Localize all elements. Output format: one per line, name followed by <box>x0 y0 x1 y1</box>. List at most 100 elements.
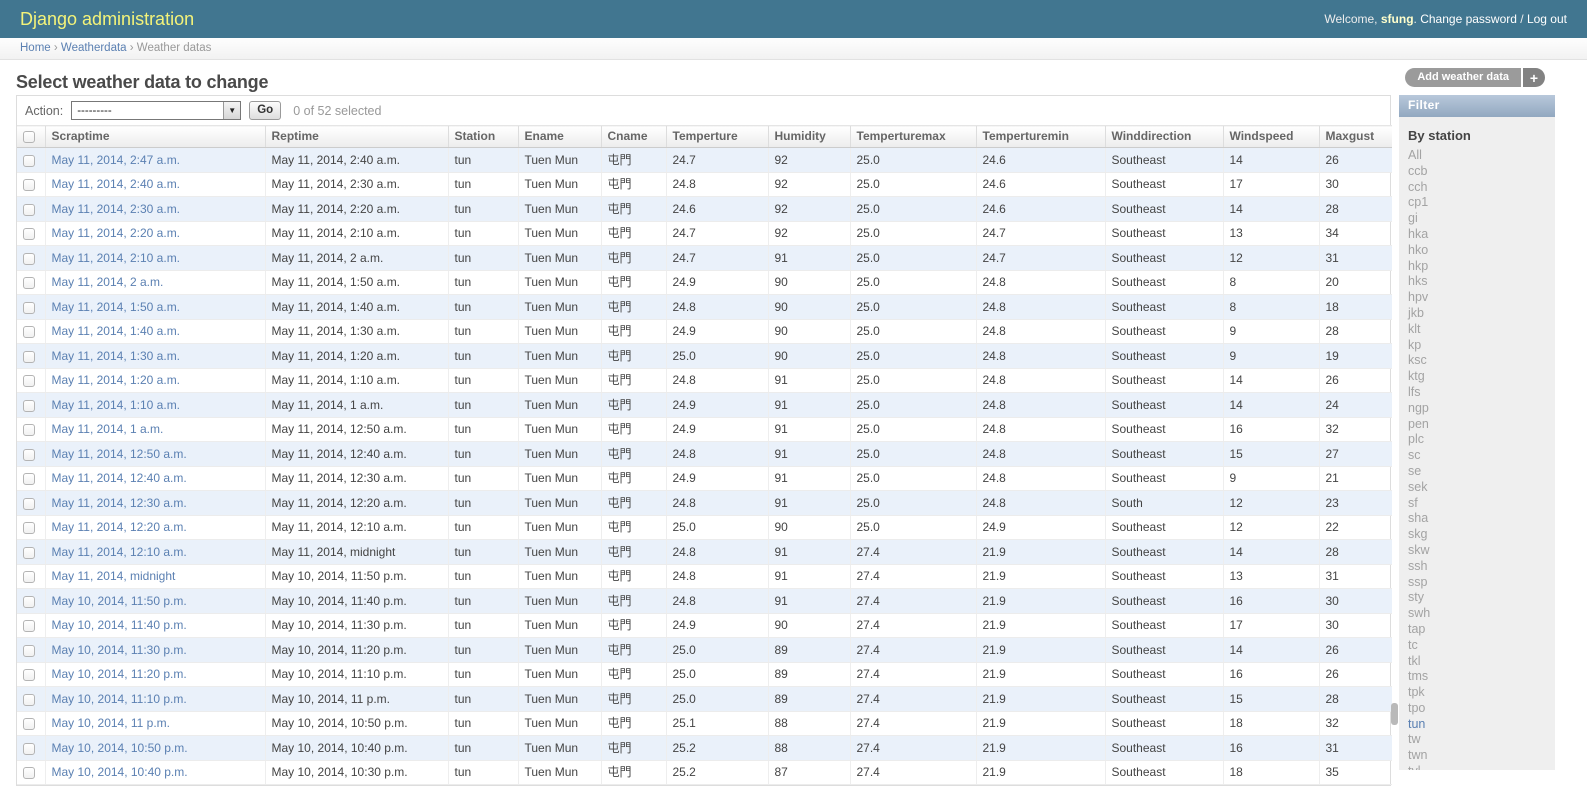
column-header-temperturemax[interactable]: Temperturemax <box>850 126 976 148</box>
filter-option-tw[interactable]: tw <box>1408 732 1555 748</box>
row-edit-link[interactable]: May 10, 2014, 11:30 p.m. <box>52 643 187 657</box>
filter-option-tun[interactable]: tun <box>1408 717 1555 733</box>
log-out-link[interactable]: Log out <box>1527 12 1567 26</box>
column-header-ename[interactable]: Ename <box>518 126 601 148</box>
filter-option-hkp[interactable]: hkp <box>1408 259 1555 275</box>
row-checkbox[interactable] <box>23 375 35 387</box>
filter-option-tc[interactable]: tc <box>1408 638 1555 654</box>
filter-option-hpv[interactable]: hpv <box>1408 290 1555 306</box>
filter-option-jkb[interactable]: jkb <box>1408 306 1555 322</box>
row-edit-link[interactable]: May 10, 2014, 11:40 p.m. <box>52 618 187 632</box>
filter-option-sha[interactable]: sha <box>1408 511 1555 527</box>
breadcrumb-item[interactable]: Weatherdata <box>61 42 127 54</box>
row-edit-link[interactable]: May 11, 2014, 2:10 a.m. <box>52 251 181 265</box>
column-header-temperturemin[interactable]: Temperturemin <box>976 126 1105 148</box>
row-checkbox[interactable] <box>23 179 35 191</box>
filter-option-se[interactable]: se <box>1408 464 1555 480</box>
row-edit-link[interactable]: May 11, 2014, 1:30 a.m. <box>52 349 181 363</box>
row-checkbox[interactable] <box>23 718 35 730</box>
row-edit-link[interactable]: May 11, 2014, 12:10 a.m. <box>52 545 187 559</box>
row-edit-link[interactable]: May 11, 2014, 1 a.m. <box>52 422 164 436</box>
column-header-cname[interactable]: Cname <box>601 126 666 148</box>
filter-option-ssp[interactable]: ssp <box>1408 575 1555 591</box>
filter-option-kp[interactable]: kp <box>1408 338 1555 354</box>
row-checkbox[interactable] <box>23 326 35 338</box>
breadcrumb-item[interactable]: Home <box>20 42 51 54</box>
row-edit-link[interactable]: May 11, 2014, midnight <box>52 569 176 583</box>
row-edit-link[interactable]: May 11, 2014, 12:50 a.m. <box>52 447 187 461</box>
column-header-reptime[interactable]: Reptime <box>265 126 448 148</box>
row-checkbox[interactable] <box>23 522 35 534</box>
row-checkbox[interactable] <box>23 498 35 510</box>
row-checkbox[interactable] <box>23 277 35 289</box>
filter-option-swh[interactable]: swh <box>1408 606 1555 622</box>
column-header-maxgust[interactable]: Maxgust <box>1319 126 1392 148</box>
row-checkbox[interactable] <box>23 694 35 706</box>
filter-option-hko[interactable]: hko <box>1408 243 1555 259</box>
filter-option-skw[interactable]: skw <box>1408 543 1555 559</box>
row-edit-link[interactable]: May 11, 2014, 2 a.m. <box>52 275 164 289</box>
filter-option-all[interactable]: All <box>1408 148 1555 164</box>
row-checkbox[interactable] <box>23 449 35 461</box>
column-header-station[interactable]: Station <box>448 126 518 148</box>
row-edit-link[interactable]: May 11, 2014, 12:30 a.m. <box>52 496 187 510</box>
row-edit-link[interactable]: May 11, 2014, 12:20 a.m. <box>52 520 187 534</box>
row-edit-link[interactable]: May 11, 2014, 1:20 a.m. <box>52 373 181 387</box>
filter-option-tkl[interactable]: tkl <box>1408 654 1555 670</box>
filter-option-sek[interactable]: sek <box>1408 480 1555 496</box>
filter-option-tyl[interactable]: tyl <box>1408 764 1555 770</box>
row-checkbox[interactable] <box>23 302 35 314</box>
row-edit-link[interactable]: May 11, 2014, 2:30 a.m. <box>52 202 181 216</box>
filter-option-sf[interactable]: sf <box>1408 496 1555 512</box>
row-edit-link[interactable]: May 10, 2014, 11:10 p.m. <box>52 692 187 706</box>
filter-option-hka[interactable]: hka <box>1408 227 1555 243</box>
row-checkbox[interactable] <box>23 473 35 485</box>
row-edit-link[interactable]: May 10, 2014, 11 p.m. <box>52 716 171 730</box>
row-checkbox[interactable] <box>23 767 35 779</box>
filter-option-ccb[interactable]: ccb <box>1408 164 1555 180</box>
filter-option-sty[interactable]: sty <box>1408 590 1555 606</box>
go-button[interactable]: Go <box>249 101 281 120</box>
filter-option-ktg[interactable]: ktg <box>1408 369 1555 385</box>
filter-option-skg[interactable]: skg <box>1408 527 1555 543</box>
scrollbar-thumb[interactable] <box>1391 703 1398 725</box>
filter-option-ssh[interactable]: ssh <box>1408 559 1555 575</box>
filter-option-plc[interactable]: plc <box>1408 432 1555 448</box>
filter-option-cp1[interactable]: cp1 <box>1408 195 1555 211</box>
row-edit-link[interactable]: May 11, 2014, 2:20 a.m. <box>52 226 181 240</box>
row-checkbox[interactable] <box>23 743 35 755</box>
row-edit-link[interactable]: May 11, 2014, 1:10 a.m. <box>52 398 181 412</box>
select-all-checkbox[interactable] <box>23 131 35 143</box>
filter-option-ksc[interactable]: ksc <box>1408 353 1555 369</box>
column-header-winddirection[interactable]: Winddirection <box>1105 126 1223 148</box>
column-header-windspeed[interactable]: Windspeed <box>1223 126 1319 148</box>
filter-option-twn[interactable]: twn <box>1408 748 1555 764</box>
add-weather-data-button[interactable]: Add weather data + <box>1405 68 1545 87</box>
column-header-scraptime[interactable]: Scraptime <box>45 126 265 148</box>
filter-option-tpo[interactable]: tpo <box>1408 701 1555 717</box>
row-checkbox[interactable] <box>23 253 35 265</box>
row-edit-link[interactable]: May 11, 2014, 1:40 a.m. <box>52 324 181 338</box>
action-select[interactable]: --------- ▼ <box>71 101 241 120</box>
change-password-link[interactable]: Change password <box>1420 12 1517 26</box>
row-checkbox[interactable] <box>23 400 35 412</box>
row-edit-link[interactable]: May 11, 2014, 1:50 a.m. <box>52 300 181 314</box>
filter-option-ngp[interactable]: ngp <box>1408 401 1555 417</box>
filter-option-hks[interactable]: hks <box>1408 274 1555 290</box>
row-edit-link[interactable]: May 11, 2014, 12:40 a.m. <box>52 471 187 485</box>
column-header-temperture[interactable]: Temperture <box>666 126 768 148</box>
row-edit-link[interactable]: May 10, 2014, 11:50 p.m. <box>52 594 187 608</box>
row-edit-link[interactable]: May 11, 2014, 2:47 a.m. <box>52 153 181 167</box>
filter-option-pen[interactable]: pen <box>1408 417 1555 433</box>
row-checkbox[interactable] <box>23 547 35 559</box>
row-edit-link[interactable]: May 10, 2014, 10:50 p.m. <box>52 741 188 755</box>
filter-option-klt[interactable]: klt <box>1408 322 1555 338</box>
row-checkbox[interactable] <box>23 596 35 608</box>
row-checkbox[interactable] <box>23 228 35 240</box>
row-checkbox[interactable] <box>23 351 35 363</box>
filter-option-lfs[interactable]: lfs <box>1408 385 1555 401</box>
row-checkbox[interactable] <box>23 571 35 583</box>
row-checkbox[interactable] <box>23 620 35 632</box>
filter-option-gi[interactable]: gi <box>1408 211 1555 227</box>
row-checkbox[interactable] <box>23 155 35 167</box>
